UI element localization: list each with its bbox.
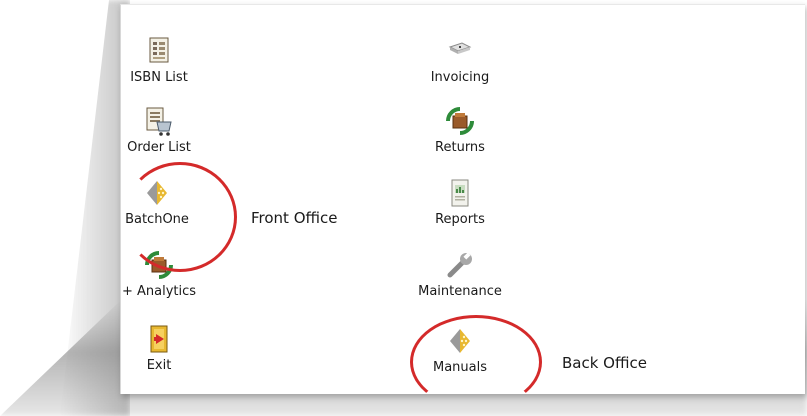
batchone-icon — [147, 181, 167, 205]
returns-icon — [446, 107, 474, 135]
menu-item-invoicing[interactable]: Invoicing — [415, 35, 505, 85]
back-office-annotation: Back Office — [562, 354, 647, 372]
order-list-icon — [146, 107, 172, 136]
menu-item-label: Maintenance — [418, 284, 502, 299]
menu-item-returns[interactable]: Returns — [415, 105, 505, 155]
menu-item-label: Exit — [146, 358, 172, 373]
menu-item-order-list[interactable]: Order List — [119, 105, 199, 155]
menu-item-label: Invoicing — [430, 70, 490, 85]
menu-item-analytics[interactable]: + Analytics — [117, 249, 201, 299]
menu-item-label: Returns — [435, 140, 485, 155]
menu-item-label: Order List — [127, 140, 191, 155]
reports-icon — [451, 179, 469, 207]
menu-item-maintenance[interactable]: Maintenance — [415, 249, 505, 299]
menu-item-label: Reports — [435, 212, 485, 227]
menu-item-label: + Analytics — [121, 284, 197, 299]
menu-item-label: ISBN List — [130, 70, 188, 85]
menu-item-batchone[interactable]: BatchOne — [117, 177, 197, 227]
invoicing-icon — [448, 42, 472, 54]
wrench-icon — [447, 252, 472, 278]
menu-item-reports[interactable]: Reports — [415, 177, 505, 227]
manuals-icon — [450, 329, 470, 353]
menu-item-isbn-list[interactable]: ISBN List — [119, 35, 199, 85]
menu-item-exit[interactable]: Exit — [119, 323, 199, 373]
isbn-list-icon — [149, 37, 169, 63]
menu-item-manuals[interactable]: Manuals — [415, 325, 505, 375]
analytics-icon — [145, 251, 173, 279]
front-office-annotation: Front Office — [251, 209, 338, 227]
menu-item-label: BatchOne — [125, 212, 189, 227]
menu-item-label: Manuals — [432, 360, 487, 375]
menu-panel: ISBN List Order List BatchOne + Analytic… — [117, 4, 805, 409]
exit-icon — [150, 325, 168, 353]
